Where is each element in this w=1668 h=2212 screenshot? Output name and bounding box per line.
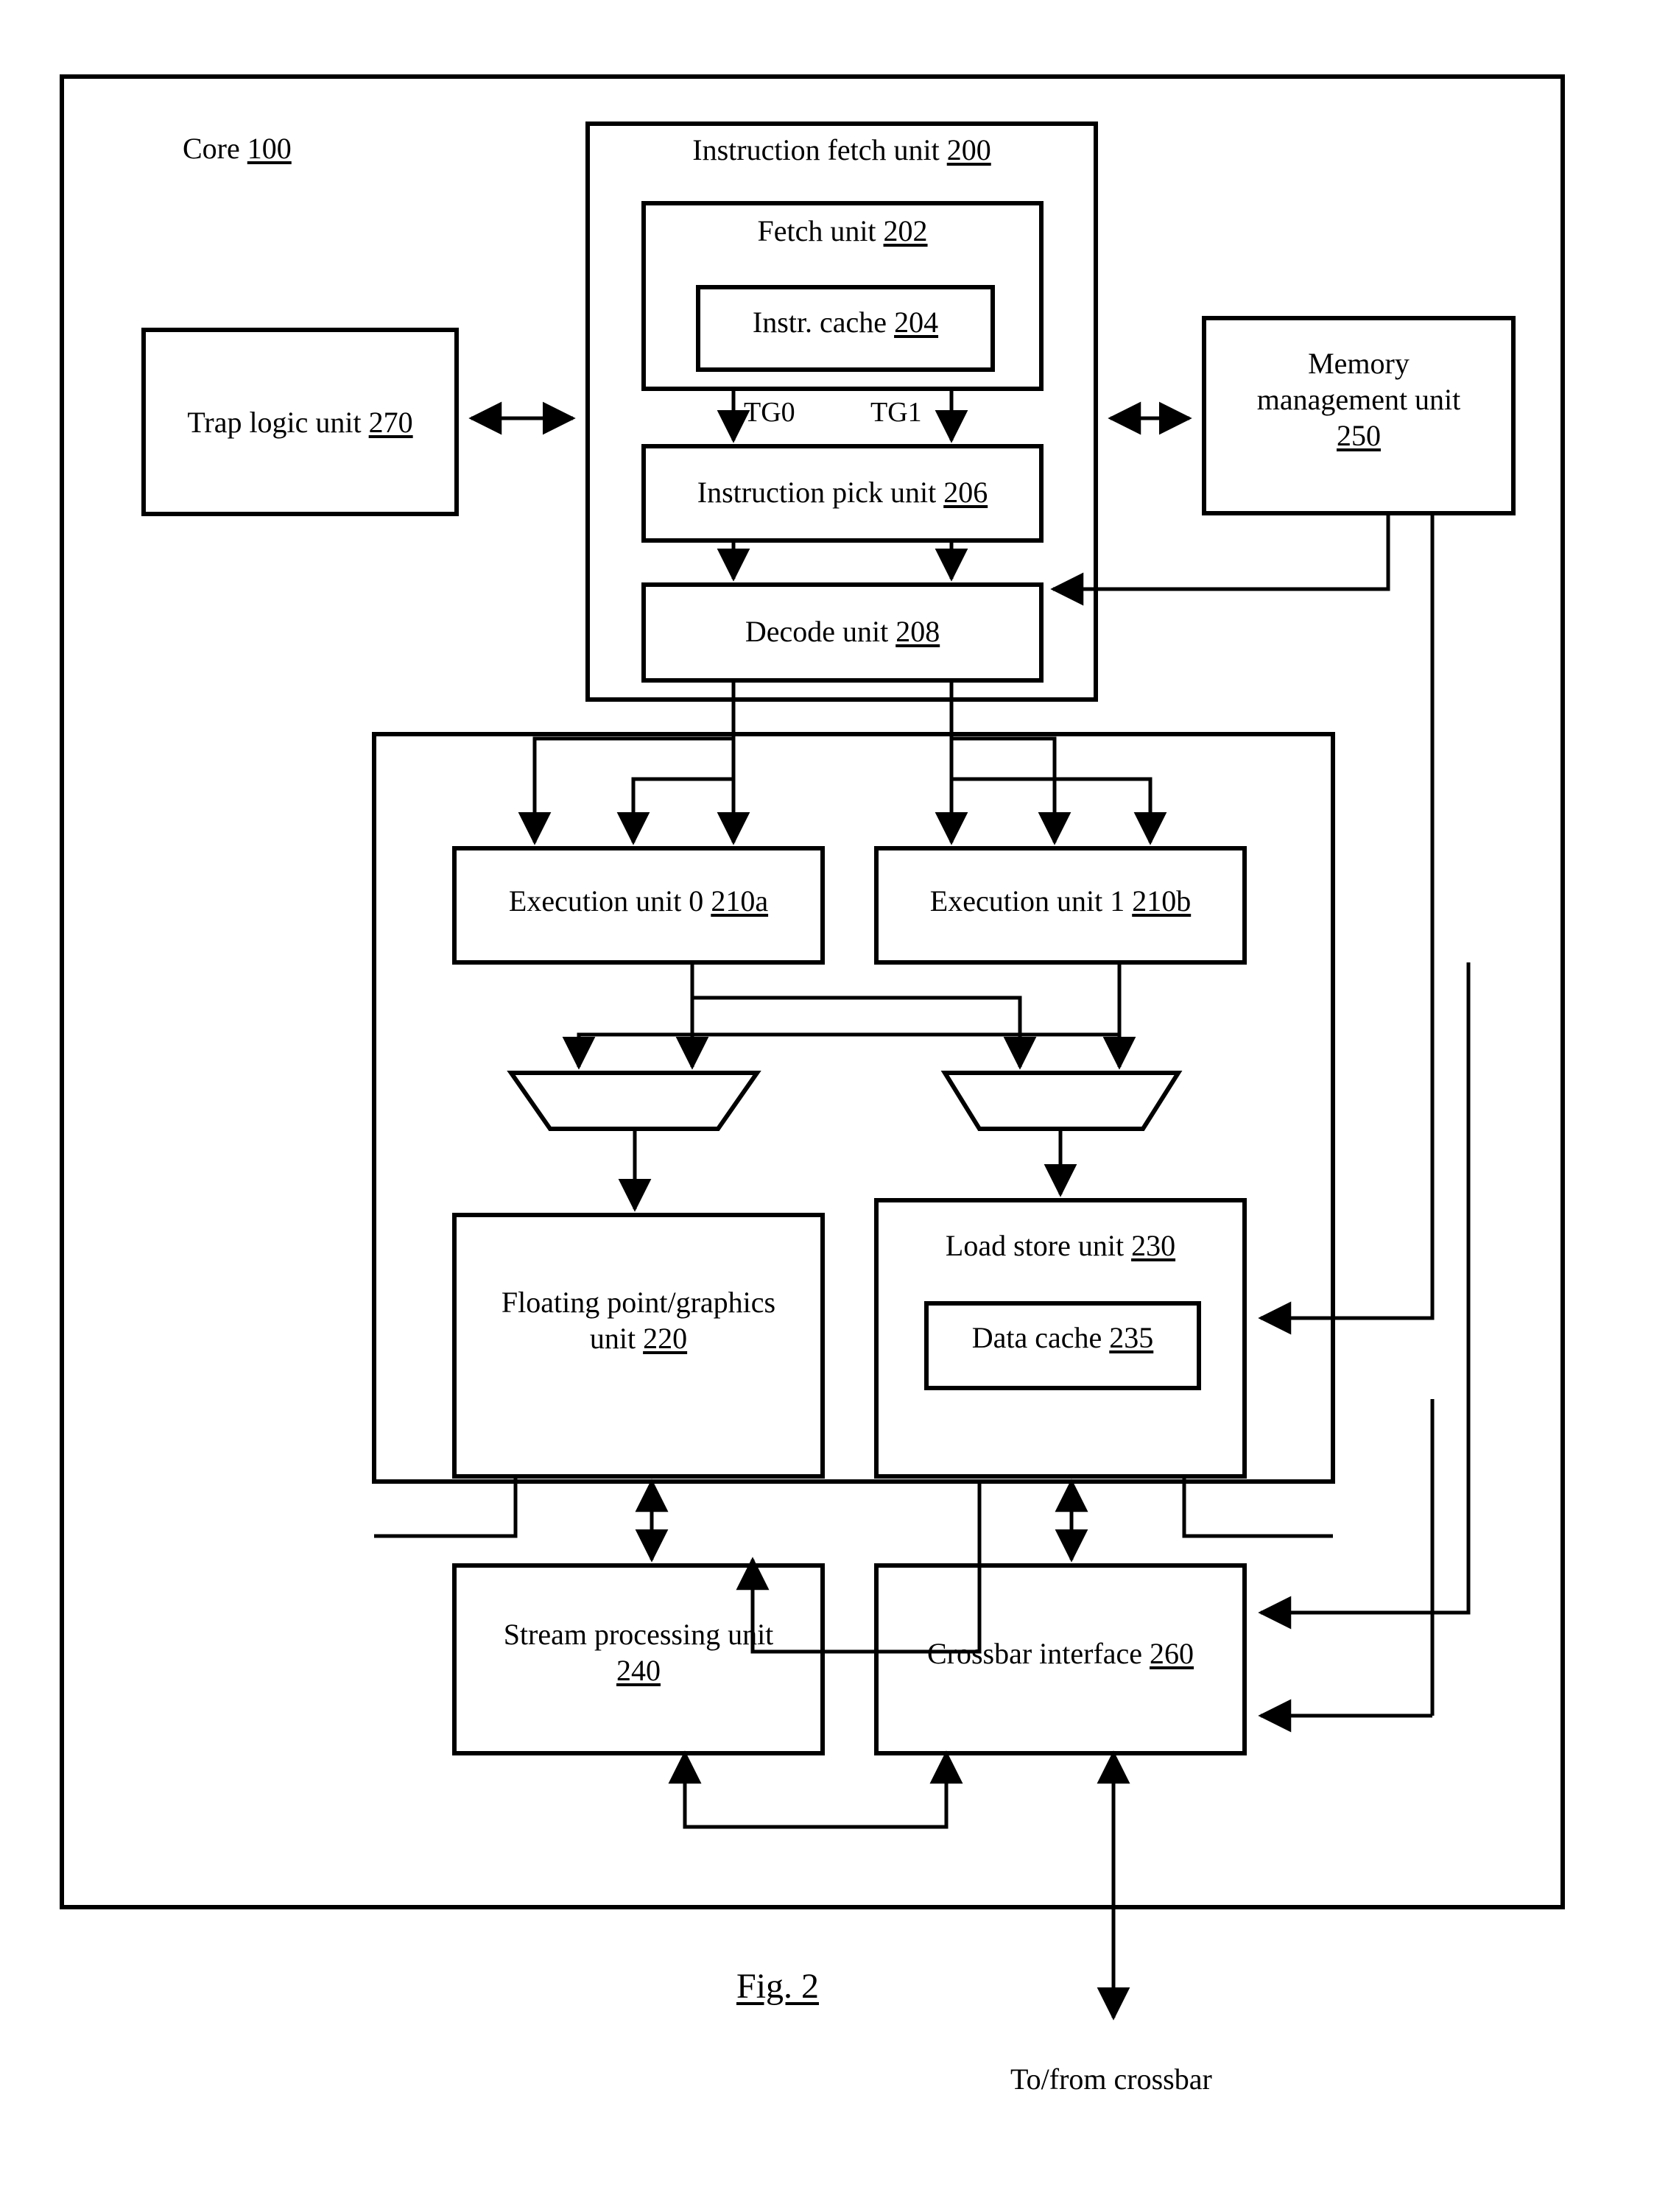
- edge-mmu-to-dcache: [1258, 513, 1435, 1335]
- edge-spu-to-xbar-loop: [668, 1750, 963, 1829]
- tg1-label: TG1: [870, 397, 922, 428]
- fetch-unit-box: [641, 201, 1044, 391]
- edge-eu0-cross: [692, 996, 1037, 1070]
- instruction-pick-unit-box: [641, 444, 1044, 543]
- tg0-label: TG0: [744, 397, 795, 428]
- trap-logic-unit-box: [141, 328, 459, 516]
- edge-mmu-to-decode: [1050, 513, 1390, 606]
- figure-caption: Fig. 2: [736, 1967, 820, 2006]
- execution-unit-1-box: [874, 846, 1247, 965]
- floating-point-graphics-unit-box: [452, 1213, 825, 1479]
- instr-cache-box: [696, 285, 995, 372]
- decode-unit-box: [641, 582, 1044, 683]
- data-cache-box: [924, 1301, 1201, 1390]
- patent-figure-page: Core 100 Instruction fetch unit 200 Fetc…: [0, 0, 1668, 2212]
- core-boundary: [60, 74, 1565, 1909]
- memory-management-unit-box: [1202, 316, 1516, 515]
- edge-eu1-cross: [562, 1032, 1119, 1070]
- edge-decode-right-branch-a: [951, 736, 1071, 845]
- crossbar-interface-box: [874, 1563, 1247, 1755]
- edge-decode-right-branch-b: [951, 777, 1167, 845]
- diagram-line-layer: [60, 74, 1565, 2021]
- edge-lsu-right-out: [1182, 1476, 1333, 1538]
- stream-processing-unit-box: [452, 1563, 825, 1755]
- execution-unit-0-box: [452, 846, 825, 965]
- edge-decode-left-branch-b: [616, 777, 733, 845]
- mux-left: [507, 1071, 761, 1131]
- mux-right: [940, 1071, 1183, 1131]
- load-store-unit-box: [874, 1198, 1247, 1479]
- instruction-fetch-unit-box: [585, 121, 1098, 702]
- core-label: Core 100: [183, 132, 292, 165]
- edge-xbar-return-upper: [1258, 962, 1471, 1630]
- edge-fpg-left-out: [374, 1476, 518, 1538]
- to-from-crossbar-label: To/from crossbar: [1010, 2063, 1212, 2096]
